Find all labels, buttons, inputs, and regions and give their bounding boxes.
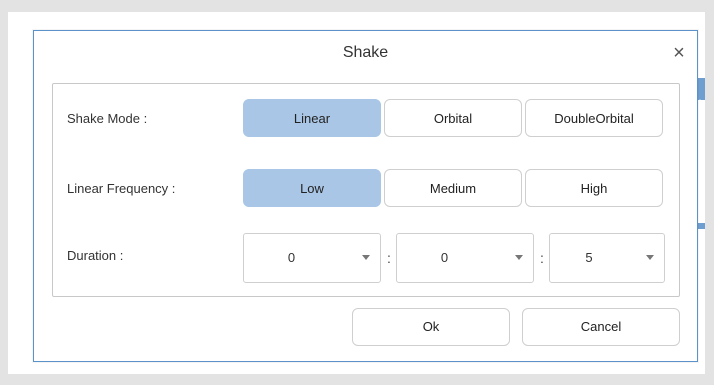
shake-mode-orbital-button[interactable]: Orbital [384,99,522,137]
frequency-low-button[interactable]: Low [243,169,381,207]
duration-separator: : [540,250,544,266]
chevron-right-icon: › [698,93,704,109]
frequency-medium-button[interactable]: Medium [384,169,522,207]
frequency-high-button[interactable]: High [525,169,663,207]
chevron-down-icon [515,255,523,260]
duration-separator: : [387,250,391,266]
duration-minutes-value: 0 [440,250,449,265]
ok-button[interactable]: Ok [352,308,510,346]
shake-settings-panel: Shake Mode : Linear Orbital DoubleOrbita… [52,83,680,297]
shake-mode-label: Shake Mode : [67,111,148,126]
shake-mode-linear-button[interactable]: Linear [243,99,381,137]
duration-seconds-dropdown[interactable]: 5 [549,233,665,283]
duration-seconds-value: 5 [585,250,593,265]
shake-dialog: Shake × Shake Mode : Linear Orbital Doub… [33,30,698,362]
shake-mode-doubleorbital-button[interactable]: DoubleOrbital [525,99,663,137]
duration-hours-value: 0 [287,250,296,265]
cancel-button[interactable]: Cancel [522,308,680,346]
background-edge-marker [697,223,705,229]
duration-label: Duration : [67,248,124,263]
duration-hours-dropdown[interactable]: 0 [243,233,381,283]
chevron-down-icon [362,255,370,260]
chevron-down-icon [646,255,654,260]
linear-frequency-label: Linear Frequency : [67,181,176,196]
duration-row: Duration : 0 : 0 : 5 [53,229,679,283]
close-icon[interactable]: × [669,43,689,63]
linear-frequency-row: Linear Frequency : Low Medium High [53,162,679,216]
shake-mode-row: Shake Mode : Linear Orbital DoubleOrbita… [53,92,679,146]
dialog-title: Shake [342,44,389,61]
duration-minutes-dropdown[interactable]: 0 [396,233,534,283]
